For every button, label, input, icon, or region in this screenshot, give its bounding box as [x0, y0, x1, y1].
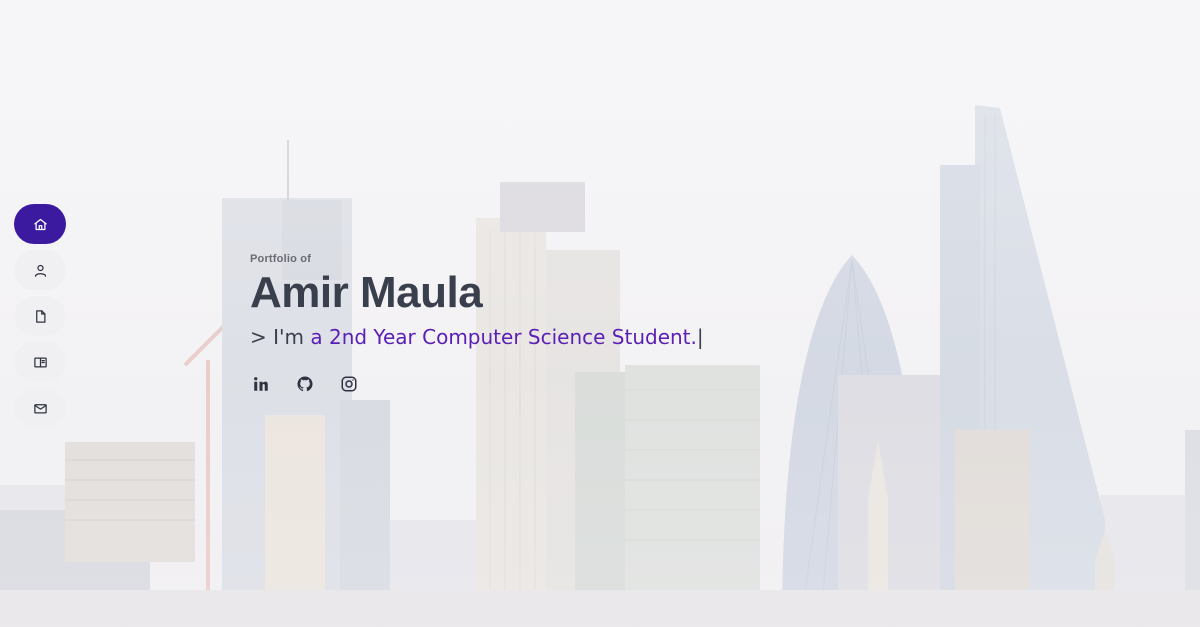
instagram-link[interactable] [338, 373, 360, 395]
home-icon [33, 218, 47, 230]
github-link[interactable] [294, 373, 316, 395]
tagline-prompt: > I'm [250, 325, 304, 349]
portfolio-eyebrow: Portfolio of [250, 253, 312, 265]
typed-tagline: > I'm a 2nd Year Computer Science Studen… [250, 325, 704, 349]
github-icon [297, 376, 313, 392]
user-icon [34, 264, 46, 277]
tagline-typed-text: a 2nd Year Computer Science Student. [310, 325, 697, 349]
owner-name: Amir Maula [250, 268, 483, 317]
instagram-icon [341, 376, 357, 392]
nav-home-button[interactable] [14, 204, 66, 244]
social-links [250, 373, 704, 395]
linkedin-icon [254, 377, 268, 391]
side-navigation [14, 204, 66, 434]
typing-cursor: | [696, 325, 704, 349]
nav-about-button[interactable] [14, 250, 66, 290]
intro-block: Portfolio of Amir Maula > I'm a 2nd Year… [250, 253, 704, 395]
book-icon [33, 357, 47, 367]
nav-portfolio-button[interactable] [14, 342, 66, 382]
mail-icon [33, 403, 47, 413]
linkedin-link[interactable] [250, 373, 272, 395]
nav-resume-button[interactable] [14, 296, 66, 336]
nav-contact-button[interactable] [14, 388, 66, 428]
file-icon [35, 309, 45, 323]
